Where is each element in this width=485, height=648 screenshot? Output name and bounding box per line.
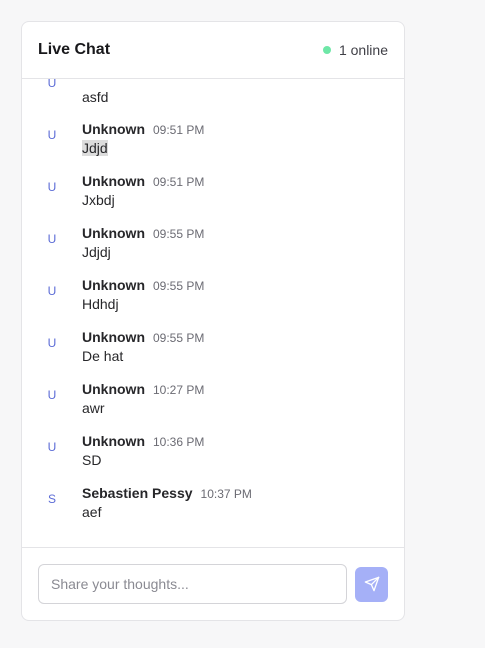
chat-title: Live Chat — [38, 41, 111, 58]
message-text: Jdjdj — [82, 244, 111, 260]
message-composer — [22, 547, 404, 620]
message-author: Unknown — [82, 121, 145, 137]
message-item: U Unknown 09:55 PM De hat — [22, 321, 404, 373]
message-time: 09:55 PM — [153, 279, 205, 293]
avatar: U — [47, 128, 57, 142]
message-time: 09:55 PM — [153, 227, 205, 241]
message-item: S Sebastien Pessy 10:37 PM aef — [22, 477, 404, 529]
message-item: U Unknown 10:27 PM awr — [22, 373, 404, 425]
message-author: Unknown — [82, 277, 145, 293]
message-text: asfd — [82, 89, 109, 105]
online-dot-icon — [322, 46, 331, 54]
message-text: Hdhdj — [82, 296, 119, 312]
avatar: U — [47, 284, 57, 298]
message-author: Unknown — [82, 173, 145, 189]
message-text: Jdjd — [82, 140, 108, 156]
message-item: U asfd — [22, 79, 404, 113]
live-chat-panel: Live Chat 1 online U asfd U Unknown 09:5… — [21, 21, 405, 621]
message-item: U Unknown 09:55 PM Jdjdj — [22, 217, 404, 269]
message-input[interactable] — [38, 564, 348, 604]
message-author: Unknown — [82, 433, 145, 449]
avatar: U — [47, 388, 57, 402]
message-text: SD — [82, 452, 102, 468]
message-item: U Unknown 09:55 PM Hdhdj — [22, 269, 404, 321]
chat-header: Live Chat 1 online — [22, 22, 404, 79]
avatar: S — [47, 492, 56, 506]
message-list[interactable]: U asfd U Unknown 09:51 PM Jdjd U Unknown… — [22, 79, 404, 548]
message-text: Jxbdj — [82, 192, 115, 208]
message-time: 10:37 PM — [200, 487, 252, 501]
message-item: U Unknown 10:36 PM SD — [22, 425, 404, 477]
message-time: 09:51 PM — [153, 175, 205, 189]
message-text: aef — [82, 504, 102, 520]
avatar: U — [47, 440, 57, 454]
message-time: 09:51 PM — [153, 123, 205, 137]
message-time: 10:36 PM — [153, 435, 205, 449]
paper-plane-icon — [364, 576, 379, 592]
online-status: 1 online — [322, 42, 388, 58]
message-text: awr — [82, 400, 105, 416]
online-count: 1 online — [338, 42, 388, 58]
message-author: Sebastien Pessy — [82, 485, 193, 501]
message-author: Unknown — [82, 329, 145, 345]
avatar: U — [47, 79, 57, 90]
message-text: De hat — [82, 348, 124, 364]
message-author: Unknown — [82, 381, 145, 397]
avatar: U — [47, 180, 57, 194]
send-button[interactable] — [355, 566, 388, 602]
message-item: U Unknown 09:51 PM Jxbdj — [22, 165, 404, 217]
avatar: U — [47, 336, 57, 350]
avatar: U — [47, 232, 57, 246]
message-time: 10:27 PM — [153, 383, 205, 397]
message-author: Unknown — [82, 225, 145, 241]
message-time: 09:55 PM — [153, 331, 205, 345]
message-item: U Unknown 09:51 PM Jdjd — [22, 113, 404, 165]
